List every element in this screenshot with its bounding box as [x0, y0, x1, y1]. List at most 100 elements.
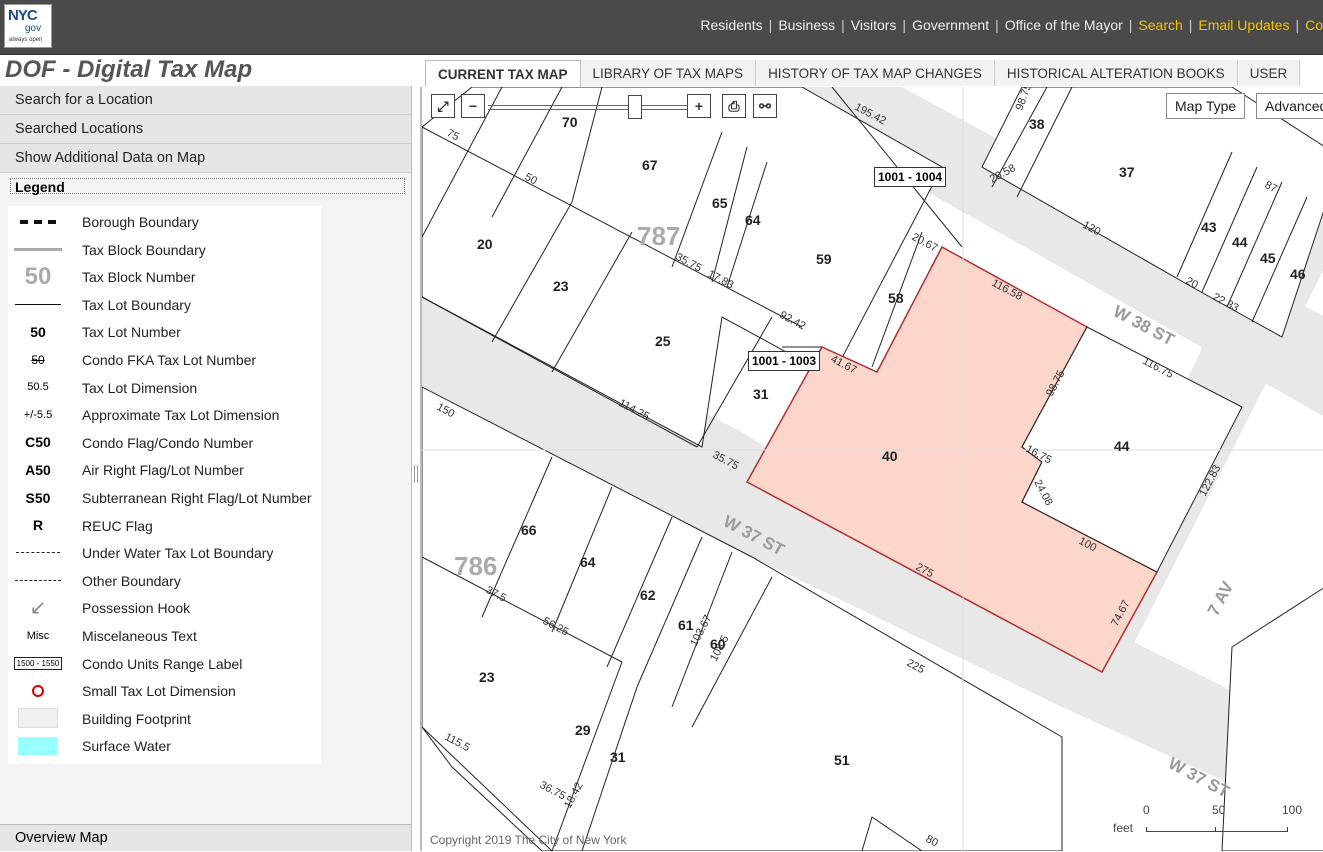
legend-symbol-text: R — [12, 512, 64, 539]
legend-item: S50 Subterranean Right Flag/Lot Number — [8, 484, 321, 511]
legend-symbol-footprint — [12, 705, 64, 732]
zoom-out-button[interactable]: − — [461, 94, 485, 118]
tab-historical-alteration-books[interactable]: HISTORICAL ALTERATION BOOKS — [994, 60, 1238, 86]
full-extent-icon[interactable]: ⤢ — [431, 94, 455, 118]
nav-link-business[interactable]: Business — [778, 17, 835, 33]
tab-library-of-tax-maps[interactable]: LIBRARY OF TAX MAPS — [580, 60, 757, 86]
legend-label: Condo FKA Tax Lot Number — [82, 352, 257, 368]
zoom-in-button[interactable]: + — [687, 94, 711, 118]
lot-66: 66 — [521, 522, 537, 538]
lot-23: 23 — [553, 278, 569, 294]
legend-item: ↙ Possession Hook — [8, 594, 321, 621]
nav-separator: | — [1188, 17, 1193, 33]
legend-label: Borough Boundary — [82, 214, 199, 230]
legend-symbol-text: C50 — [12, 429, 64, 456]
advanced-button[interactable]: Advanced — [1256, 93, 1323, 119]
legend-symbol-text: 50.5 — [27, 381, 49, 394]
legend-item: Misc Miscelaneous Text — [8, 622, 321, 649]
additional-data-section[interactable]: Show Additional Data on Map — [0, 144, 411, 173]
legend-symbol-text: 50 — [12, 346, 64, 373]
legend-label: Tax Block Boundary — [82, 241, 206, 258]
legend-symbol-text: 50 — [30, 323, 46, 340]
print-icon[interactable]: ⎙ — [722, 94, 746, 118]
nav-separator: | — [902, 17, 907, 33]
legend-item: A50 Air Right Flag/Lot Number — [8, 456, 321, 483]
nav-link-co[interactable]: Co — [1305, 17, 1323, 33]
nav-link-search[interactable]: Search — [1138, 17, 1182, 33]
lot-23-bottom: 23 — [479, 669, 495, 685]
legend-symbol-text: Misc — [12, 622, 64, 649]
nav-separator: | — [768, 17, 773, 33]
top-bar: NYC gov always open Residents | Business | V… — [0, 0, 1323, 55]
legend-item: 50 Tax Block Number — [8, 263, 321, 290]
legend-label: Surface Water — [82, 738, 171, 755]
lot-20: 20 — [477, 236, 493, 252]
left-panel: Search for a Location Searched Locations… — [0, 86, 412, 851]
tab-current-tax-map[interactable]: CURRENT TAX MAP — [425, 60, 581, 87]
zoom-slider-handle[interactable] — [628, 95, 642, 119]
copyright: Copyright 2019 The City of New York — [430, 833, 627, 847]
legend-symbol-text: S50 — [12, 484, 64, 511]
legend-symbol-text: 50.5 — [12, 374, 64, 401]
lot-31-bottom: 31 — [610, 749, 626, 765]
condo-range-label: 1001 - 1004 — [874, 167, 947, 187]
main-tabs: CURRENT TAX MAP LIBRARY OF TAX MAPS HISTOR… — [425, 60, 1301, 87]
link-icon[interactable]: ⚯ — [753, 94, 777, 118]
legend-list: Borough Boundary Tax Block Boundary 50 Tax … — [8, 206, 321, 764]
lot-64-bottom: 64 — [580, 554, 596, 570]
legend-symbol-text: 50 — [31, 352, 45, 367]
legend-item: Borough Boundary — [8, 208, 321, 235]
legend-label: Tax Block Number — [82, 269, 196, 286]
legend-symbol-dash-dot-line — [12, 567, 64, 594]
nav-link-visitors[interactable]: Visitors — [851, 17, 897, 33]
tab-history-of-tax-map-changes[interactable]: HISTORY OF TAX MAP CHANGES — [756, 60, 995, 86]
legend-item: Other Boundary — [8, 567, 321, 594]
logo-gov: gov — [25, 23, 42, 34]
legend-item: 50 Condo FKA Tax Lot Number — [8, 346, 321, 373]
nav-link-email-updates[interactable]: Email Updates — [1198, 17, 1289, 33]
legend-item: Small Tax Lot Dimension — [8, 677, 321, 704]
legend-item: Under Water Tax Lot Boundary — [8, 539, 321, 566]
panel-splitter[interactable] — [414, 465, 418, 483]
tab-user[interactable]: USER — [1237, 60, 1301, 86]
legend-symbol-thin-line — [12, 291, 64, 318]
nav-link-office-of-the-mayor[interactable]: Office of the Mayor — [1005, 17, 1123, 33]
dim-20-67: 20.67 — [910, 231, 940, 255]
lot-37: 37 — [1119, 164, 1135, 180]
overview-map-section[interactable]: Overview Map — [0, 824, 411, 851]
scale-bar: 0 50 100 feet — [1113, 803, 1313, 843]
tax-map[interactable]: 787 786 W 38 ST W 37 ST 7 AV W 37 ST 70 … — [420, 87, 1323, 851]
legend-label: Tax Lot Dimension — [82, 379, 198, 396]
lot-51: 51 — [834, 752, 850, 768]
search-location-section[interactable]: Search for a Location — [0, 86, 411, 115]
legend-symbol-text: C50 — [25, 434, 51, 451]
nav-link-government[interactable]: Government — [912, 17, 989, 33]
lot-38: 38 — [1029, 116, 1045, 132]
zoom-slider[interactable] — [488, 95, 688, 119]
legend-label: REUC Flag — [82, 517, 153, 534]
legend-label: Small Tax Lot Dimension — [82, 683, 236, 700]
legend-label: Miscelaneous Text — [82, 628, 197, 644]
legend-label: Condo Flag/Condo Number — [82, 434, 254, 451]
legend-symbol-text: A50 — [12, 456, 64, 483]
nyc-logo[interactable]: NYC gov always open — [4, 4, 52, 48]
legend-symbol-text: 50 — [12, 263, 64, 290]
legend-label: Approximate Tax Lot Dimension — [82, 407, 280, 424]
lot-40: 40 — [882, 448, 898, 464]
legend-symbol-text: R — [32, 517, 44, 534]
map-type-button[interactable]: Map Type — [1166, 93, 1246, 119]
lot-45: 45 — [1260, 250, 1276, 266]
legend-label: Condo Units Range Label — [82, 655, 243, 672]
lot-25: 25 — [655, 333, 671, 349]
condo-range-label: 1001 - 1003 — [748, 351, 821, 371]
map-canvas[interactable]: 787 786 W 38 ST W 37 ST 7 AV W 37 ST 70 … — [422, 87, 1323, 851]
legend-header[interactable]: Legend — [10, 178, 405, 195]
searched-locations-section[interactable]: Searched Locations — [0, 115, 411, 144]
lot-67: 67 — [642, 157, 658, 173]
legend-label: Subterranean Right Flag/Lot Number — [82, 490, 312, 506]
top-nav: Residents | Business | Visitors | Government | O… — [700, 17, 1323, 33]
lot-29: 29 — [575, 722, 591, 738]
legend-symbol-text: +/-5.5 — [23, 408, 53, 421]
nav-link-residents[interactable]: Residents — [700, 17, 762, 33]
scale-tick-100: 100 — [1282, 803, 1303, 817]
